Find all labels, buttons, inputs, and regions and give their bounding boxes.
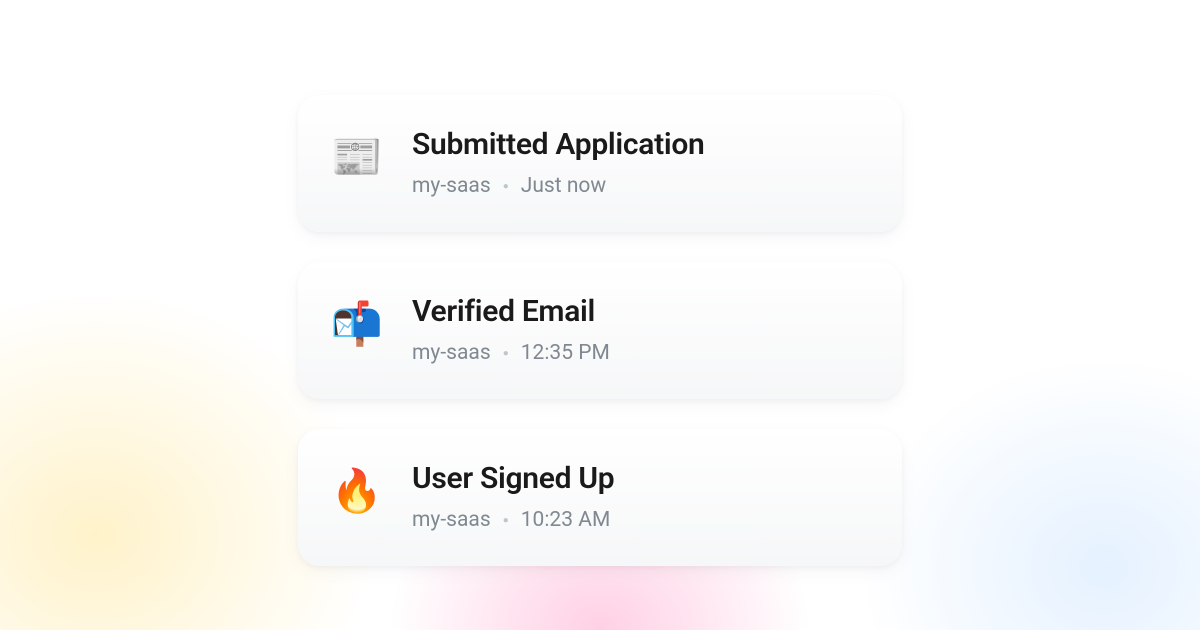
event-title: Verified Email	[412, 294, 868, 329]
event-time: 12:35 PM	[521, 341, 610, 365]
event-content: Submitted Application my-saas ● Just now	[412, 127, 868, 198]
event-project: my-saas	[412, 174, 491, 198]
event-time: 10:23 AM	[521, 508, 611, 532]
fire-icon: 🔥	[332, 467, 382, 517]
event-time: Just now	[521, 174, 606, 198]
meta-separator: ●	[503, 515, 509, 526]
meta-separator: ●	[503, 348, 509, 359]
event-meta: my-saas ● 10:23 AM	[412, 508, 868, 532]
event-card[interactable]: 📰 Submitted Application my-saas ● Just n…	[298, 95, 902, 232]
meta-separator: ●	[503, 181, 509, 192]
newspaper-icon: 📰	[332, 133, 382, 183]
event-card[interactable]: 🔥 User Signed Up my-saas ● 10:23 AM	[298, 429, 902, 566]
event-title: Submitted Application	[412, 127, 868, 162]
event-meta: my-saas ● 12:35 PM	[412, 341, 868, 365]
event-content: User Signed Up my-saas ● 10:23 AM	[412, 461, 868, 532]
event-title: User Signed Up	[412, 461, 868, 496]
event-project: my-saas	[412, 341, 491, 365]
event-feed: 📰 Submitted Application my-saas ● Just n…	[298, 95, 902, 566]
event-meta: my-saas ● Just now	[412, 174, 868, 198]
event-project: my-saas	[412, 508, 491, 532]
event-content: Verified Email my-saas ● 12:35 PM	[412, 294, 868, 365]
mailbox-icon: 📬	[332, 300, 382, 350]
event-card[interactable]: 📬 Verified Email my-saas ● 12:35 PM	[298, 262, 902, 399]
